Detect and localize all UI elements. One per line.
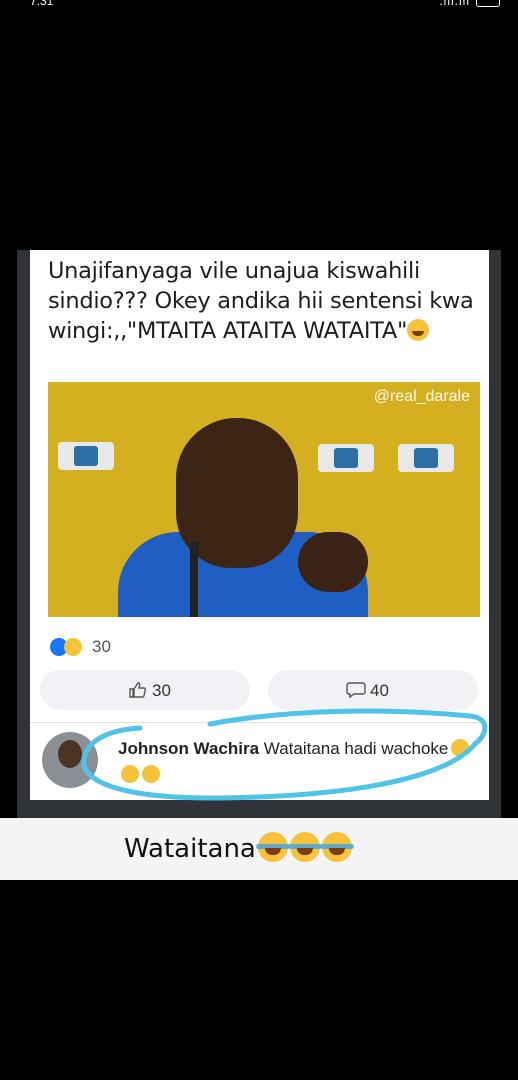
bottom-caption-text: Wataitana [124,832,354,864]
like-button[interactable]: 30 [40,670,250,710]
battery-icon [476,0,500,7]
post-photo[interactable]: @real_darale [48,382,480,617]
comment-button[interactable]: 40 [268,670,478,710]
comment-bubble-icon [346,681,366,703]
laughing-emoji-icon [407,319,429,341]
comment-text: Wataitana hadi wachoke [263,739,449,758]
status-bar: 7:31 .ill.ill [0,0,518,14]
divider [30,722,489,723]
eye-roll-emoji-icon [121,765,139,783]
signal-icon: .ill.ill [439,0,470,8]
watermark: @real_darale [373,388,470,405]
sponsor-board [318,444,374,472]
like-count: 30 [152,681,171,700]
comment-item: Johnson Wachira Wataitana hadi wachoke [30,724,489,800]
comment-author[interactable]: Johnson Wachira [118,739,259,758]
facebook-post-card: Unajifanyaga vile unajua kiswahili sindi… [30,250,489,800]
reactions-count: 30 [92,637,111,656]
haha-reaction-icon [64,638,82,656]
bottom-caption-bar: Wataitana [0,818,518,880]
sponsor-board [58,442,114,470]
post-caption: Unajifanyaga vile unajua kiswahili sindi… [48,256,478,346]
eye-roll-emoji-icon [142,765,160,783]
tears-of-joy-emoji-icon [255,832,290,862]
sponsor-board [398,444,454,472]
tears-of-joy-emoji-icon [319,832,354,862]
comment-body: Johnson Wachira Wataitana hadi wachoke [118,736,478,788]
caption-word: Wataitana [124,834,256,864]
comment-count: 40 [370,681,389,700]
tears-of-joy-emoji-icon [287,832,322,862]
status-time: 7:31 [30,0,54,8]
person-hand [298,532,368,592]
microphone [190,542,198,617]
eye-roll-emoji-icon [451,739,470,757]
avatar[interactable] [42,732,98,788]
thumbs-up-icon [128,681,147,703]
